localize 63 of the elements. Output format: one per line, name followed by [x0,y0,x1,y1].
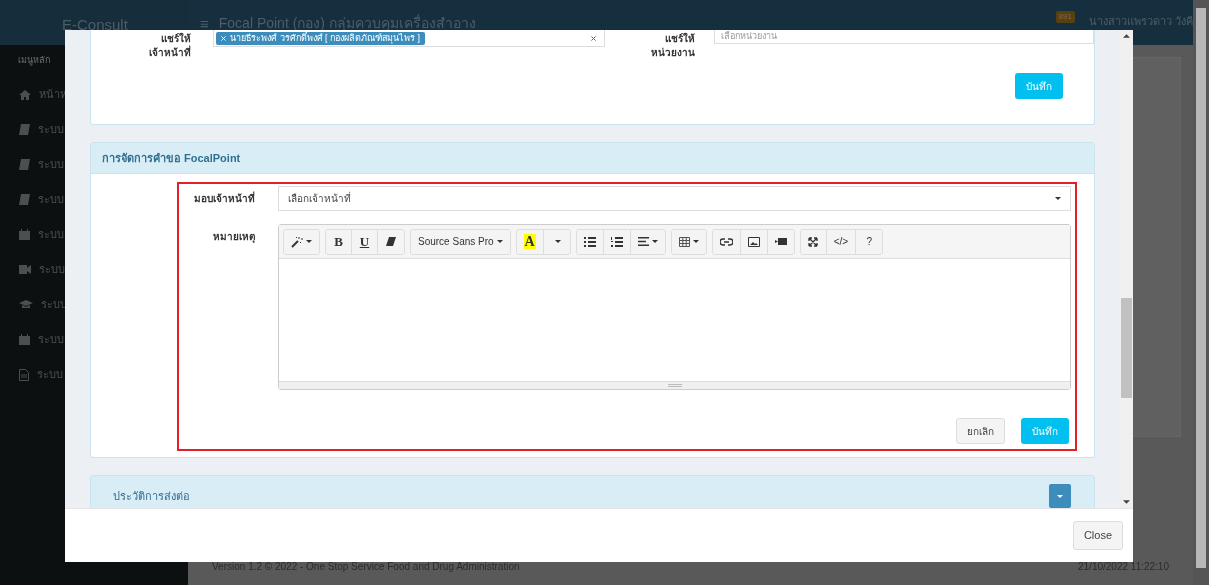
caret-icon [306,240,312,243]
graduation-cap-icon [19,300,33,309]
modal-scrollbar[interactable] [1120,30,1133,508]
expand-toggle[interactable] [1049,484,1071,508]
calendar-icon [19,229,30,240]
align-icon [637,237,649,246]
expand-caret-icon [1057,494,1063,498]
eraser-icon [386,237,396,246]
bullet-list-icon [583,236,596,247]
scroll-up-icon[interactable] [1123,34,1130,38]
rich-text-editor[interactable]: B U Source Sans Pro A </> ? [278,224,1071,390]
save-button[interactable]: บันทึก [1021,418,1069,444]
menu-item[interactable]: ระบบ [39,261,65,278]
field-label: หมายเหตุ [212,230,255,244]
numbered-list-icon [610,236,623,247]
fullscreen-button[interactable] [800,229,827,254]
page-scrollbar[interactable] [1193,0,1209,585]
remove-icon[interactable] [221,35,226,41]
link-icon [719,237,733,246]
resize-handle[interactable] [667,384,682,387]
staff-select[interactable]: นายธีระพงศ์ วรศักดิ์พงศ์ [ กองผลิตภัณฑ์สมุนไพร ] [213,30,605,47]
toolbar-button[interactable]: Source Sans Pro [411,229,510,254]
menu-item[interactable]: ระบบ [38,331,64,348]
field-label: แชร์ให้ เจ้าหน้าที่ [148,31,191,60]
close-button[interactable]: Close [1072,521,1123,550]
dropdown-caret-icon [1055,197,1061,200]
caret-icon [692,240,699,243]
save-button[interactable]: บันทึก [1015,73,1063,99]
field-label: แชร์ให้ หน่วยงาน [650,31,695,60]
link-button[interactable] [712,229,741,254]
menu-item[interactable]: หน้าห [39,86,67,103]
home-icon [19,89,31,100]
scroll-down-icon[interactable] [1123,500,1130,504]
video-camera-icon [774,238,787,245]
document-icon [19,368,29,381]
staff-select[interactable]: เลือกเจ้าหน้าที่ [278,186,1071,211]
menu-item[interactable]: ระบบ [38,121,64,138]
menu-item[interactable]: ระบบ [37,366,63,383]
menu-item[interactable]: ระบบ [38,226,64,243]
menu-heading: เมนูหลัก [18,54,50,68]
picture-icon [747,236,760,247]
style-button[interactable] [284,229,319,254]
magic-wand-icon [291,235,303,248]
video-camera-icon [19,265,31,274]
highlight-button[interactable]: A [516,229,544,254]
table-button[interactable] [671,229,706,254]
card-title: ประวัติการส่งต่อ [113,489,190,504]
scroll-thumb[interactable] [1121,298,1132,398]
field-label: มอบเจ้าหน้าที่ [193,190,255,206]
unit-select[interactable]: เลือกหน่วยงาน [714,30,1094,44]
caret-icon [555,240,562,243]
calendar-icon [19,334,30,345]
clear-icon[interactable] [591,35,596,41]
table-icon [678,236,690,247]
expand-icon [808,236,819,247]
menu-item[interactable]: ระบบ [38,191,64,208]
bold-button[interactable]: B [326,229,352,254]
card-title: การจัดการคำขอ FocalPoint [102,150,241,166]
menu-item[interactable]: ระบบ [38,156,64,173]
caret-icon [651,240,658,243]
caret-icon [496,240,503,243]
cancel-button[interactable]: ยกเลิก [956,418,1005,444]
bullet-list-button[interactable] [576,229,604,254]
